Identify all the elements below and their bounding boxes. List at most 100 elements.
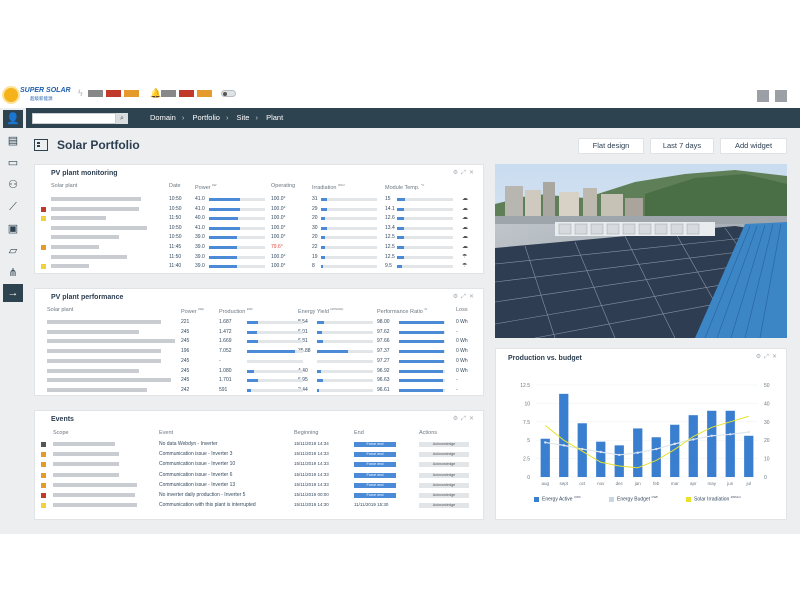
chart-icon[interactable]: ⟋ xyxy=(3,198,23,216)
progress-bar xyxy=(399,350,445,354)
table-row[interactable]: 10:50 39.0 100.0° 20 12.5 ☁ xyxy=(35,234,485,242)
acknowledge-button[interactable]: Acknowledge xyxy=(419,503,469,509)
breadcrumb-plant[interactable]: Plant xyxy=(266,113,283,122)
table-row[interactable]: 10:50 41.0 100.0° 31 15 ☁ xyxy=(35,196,485,204)
close-icon[interactable]: ✕ xyxy=(469,294,477,300)
force-end-button[interactable]: Force end xyxy=(354,462,396,468)
add-widget-button[interactable]: Add widget xyxy=(720,138,787,154)
col-scope: Scope xyxy=(53,430,69,436)
flat-design-button[interactable]: Flat design xyxy=(578,138,644,154)
cell-beginning: 15/11/2019 14:33 xyxy=(294,471,329,477)
arrow-right-icon[interactable]: → xyxy=(3,284,23,302)
table-row[interactable]: 245--97.270 Wh xyxy=(35,358,485,366)
folder-icon[interactable]: ▱ xyxy=(3,242,23,260)
cell-event: No data Webdyn - Inverter xyxy=(159,441,218,447)
search-input[interactable] xyxy=(32,113,116,124)
briefcase-icon[interactable]: ▣ xyxy=(3,220,23,238)
progress-bar xyxy=(321,246,377,249)
table-row[interactable]: 2451.7016.9596.63- xyxy=(35,377,485,385)
period-button[interactable]: Last 7 days xyxy=(650,138,714,154)
cell-power: 245 xyxy=(181,357,190,364)
table-row[interactable]: 11:50 39.0 100.0° 19 12.5 ☂ xyxy=(35,254,485,262)
status-indicator xyxy=(41,206,46,212)
cell-operating: 100.0° xyxy=(271,224,286,231)
window-button-1[interactable] xyxy=(757,90,769,102)
table-row[interactable]: 2451.6696.8197.660 Wh xyxy=(35,338,485,346)
panel-tools[interactable]: ⚙⤢✕ xyxy=(453,415,477,423)
alert-indicator-orange[interactable] xyxy=(124,90,139,97)
settings-icon[interactable]: ⚙ xyxy=(453,294,461,300)
expand-icon[interactable]: ⤢ xyxy=(461,416,469,422)
alert-indicator-grey[interactable] xyxy=(88,90,103,97)
table-row[interactable]: 2211.6878.5498.000 Wh xyxy=(35,319,485,327)
list-item[interactable]: Communication issue - Inverter 13 15/11/2… xyxy=(35,482,485,490)
progress-bar xyxy=(397,255,453,259)
acknowledge-button[interactable]: Acknowledge xyxy=(419,482,469,488)
expand-icon[interactable]: ⤢ xyxy=(461,170,469,176)
list-item[interactable]: Communication issue - Inverter 10 15/11/2… xyxy=(35,461,485,469)
progress-bar xyxy=(397,236,453,240)
acknowledge-button[interactable]: Acknowledge xyxy=(419,462,469,468)
force-end-button[interactable]: Force end xyxy=(354,452,396,458)
settings-icon[interactable]: ⚙ xyxy=(453,416,461,422)
table-row[interactable]: 11:40 39.0 100.0° 8 9.5 ☂ xyxy=(35,263,485,271)
profile-icon[interactable]: ⚇ xyxy=(3,176,23,194)
list-item[interactable]: No inverter daily production - Inverter … xyxy=(35,492,485,500)
force-end-button[interactable]: Force end xyxy=(354,442,396,447)
bell-icon[interactable]: 🔔 xyxy=(150,88,161,99)
legend-active-unit: CWh xyxy=(573,495,581,499)
status-indicator xyxy=(41,503,46,509)
acknowledge-button[interactable]: Acknowledge xyxy=(419,452,469,458)
breadcrumb-domain[interactable]: Domain xyxy=(150,113,176,122)
table-row[interactable]: 11:50 40.0 100.0° 20 12.6 ☁ xyxy=(35,215,485,223)
list-item[interactable]: Communication issue - Inverter 6 15/11/20… xyxy=(35,472,485,480)
breadcrumb-portfolio[interactable]: Portfolio xyxy=(192,113,220,122)
progress-bar xyxy=(209,207,265,211)
close-icon[interactable]: ✕ xyxy=(469,416,477,422)
settings-icon[interactable]: ⚙ xyxy=(453,170,461,176)
col-yield: Energy Yield kWh/kWp xyxy=(298,307,343,315)
force-end-button[interactable]: Force end xyxy=(354,493,396,498)
notif-indicator-red[interactable] xyxy=(179,90,194,97)
search-icon[interactable]: ⌕ xyxy=(116,113,128,124)
table-row[interactable]: 196 7.052 35.88 97.37 0 Wh xyxy=(35,348,485,356)
network-icon[interactable]: ⋔ xyxy=(3,264,23,282)
table-row[interactable]: 11:45 39.0 79.6° 22 12.5 ☁ xyxy=(35,244,485,252)
close-icon[interactable]: ✕ xyxy=(469,170,477,176)
col-date: Date xyxy=(169,183,181,189)
budget-point xyxy=(692,438,695,441)
breadcrumb-site[interactable]: Site xyxy=(237,113,250,122)
table-row[interactable]: 2451.0804.4096.920 Wh xyxy=(35,368,485,376)
panel-tools[interactable]: ⚙⤢✕ xyxy=(453,169,477,177)
expand-icon[interactable]: ⤢ xyxy=(461,294,469,300)
col-production: Production kWh xyxy=(219,307,253,315)
lightning-icon[interactable]: ϟ xyxy=(78,88,83,98)
list-item[interactable]: Communication with this plant is interru… xyxy=(35,502,485,510)
acknowledge-button[interactable]: Acknowledge xyxy=(419,472,469,478)
cell-power: 39.0 xyxy=(195,253,205,260)
document-icon[interactable]: ▤ xyxy=(3,132,23,150)
panel-tools[interactable]: ⚙⤢✕ xyxy=(453,293,477,301)
plant-name-placeholder xyxy=(51,264,89,269)
list-item[interactable]: No data Webdyn - Inverter 15/11/2019 14:3… xyxy=(35,441,485,449)
table-row[interactable]: 10:50 41.0 100.0° 29 14.1 ☁ xyxy=(35,206,485,214)
list-item[interactable]: Communication issue - Inverter 3 15/11/20… xyxy=(35,451,485,459)
bar xyxy=(614,445,624,477)
acknowledge-button[interactable]: Acknowledge xyxy=(419,493,469,498)
monitor-icon[interactable]: ▭ xyxy=(3,154,23,172)
alert-indicator-red[interactable] xyxy=(106,90,121,97)
acknowledge-button[interactable]: Acknowledge xyxy=(419,442,469,447)
table-row[interactable]: 2425912.4496.61- xyxy=(35,387,485,395)
theme-toggle[interactable] xyxy=(221,90,236,97)
table-row[interactable]: 2451.4726.0197.62- xyxy=(35,329,485,337)
force-end-button[interactable]: Force end xyxy=(354,482,396,488)
window-button-2[interactable] xyxy=(775,90,787,102)
table-row[interactable]: 10:50 41.0 100.0° 30 13.4 ☁ xyxy=(35,225,485,233)
force-end-button[interactable]: Force end xyxy=(354,472,396,478)
progress-fill xyxy=(209,217,239,221)
cell-operating: 79.6° xyxy=(271,244,283,250)
user-icon[interactable]: 👤 xyxy=(3,110,23,128)
progress-fill xyxy=(247,369,255,373)
notif-indicator-grey[interactable] xyxy=(161,90,176,97)
notif-indicator-orange[interactable] xyxy=(197,90,212,97)
